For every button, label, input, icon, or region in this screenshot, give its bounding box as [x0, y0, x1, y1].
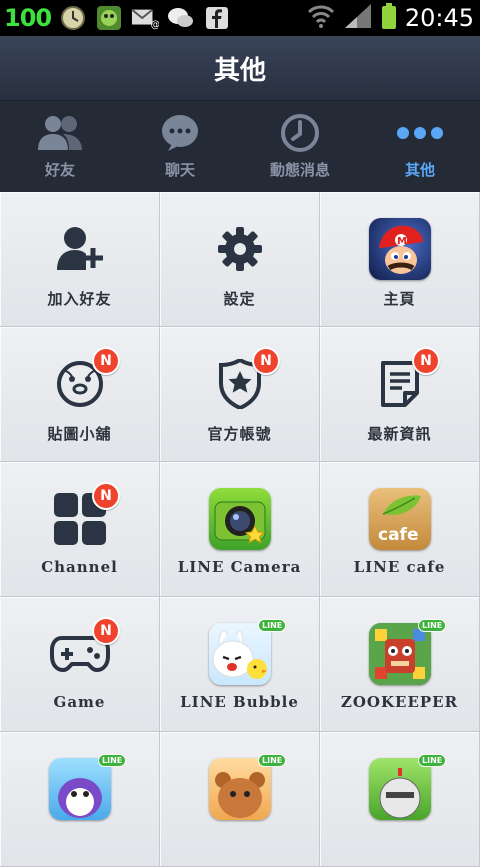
- new-badge: N: [412, 347, 440, 375]
- wifi-icon: [307, 3, 335, 33]
- signal-icon: [343, 2, 373, 34]
- line-tag: LINE: [418, 754, 447, 767]
- grid-item-label: LINE cafe: [353, 558, 446, 576]
- grid-item-label: Game: [53, 693, 106, 711]
- tab-label: 好友: [44, 161, 75, 179]
- grid-item-label: 設定: [223, 290, 256, 308]
- grid-item-label: 貼圖小舖: [47, 425, 112, 443]
- grid-item-line-camera[interactable]: LINE Camera: [160, 462, 320, 597]
- grid-item-home[interactable]: M 主頁: [320, 192, 480, 327]
- header: 其他: [0, 36, 480, 101]
- grid-item-game[interactable]: N Game: [0, 597, 160, 732]
- new-badge: N: [92, 617, 120, 645]
- wechat-notification-icon: [167, 4, 195, 32]
- grid-item-official-accounts[interactable]: N 官方帳號: [160, 327, 320, 462]
- grid-item-zookeeper[interactable]: LINE ZOOKEEPER: [320, 597, 480, 732]
- page-title: 其他: [213, 55, 266, 86]
- grid-item-label: LINE Camera: [177, 558, 302, 576]
- tab-label: 動態消息: [269, 161, 330, 179]
- grid-item-add-friend[interactable]: 加入好友: [0, 192, 160, 327]
- facebook-notification-icon: [203, 4, 231, 32]
- gear-icon: [207, 216, 273, 282]
- friends-icon: [35, 113, 85, 153]
- new-badge: N: [252, 347, 280, 375]
- mario-app-icon: M: [367, 216, 433, 282]
- svg-text:M: M: [397, 236, 407, 247]
- status-time: 20:45: [404, 4, 474, 32]
- menu-grid: 加入好友 設定 M 主頁 N 貼圖小舖 N 官方帳號 N 最新資訊 N Chan…: [0, 192, 480, 867]
- line-tag: LINE: [98, 754, 127, 767]
- grid-item-settings[interactable]: 設定: [160, 192, 320, 327]
- game-notification-icon: [95, 4, 123, 32]
- cafe-text: cafe: [378, 525, 418, 545]
- grid-item-label: LINE Bubble: [180, 693, 299, 711]
- grid-item-channel[interactable]: N Channel: [0, 462, 160, 597]
- line-cafe-icon: cafe: [367, 486, 433, 552]
- grid-item-news[interactable]: N 最新資訊: [320, 327, 480, 462]
- new-badge: N: [92, 482, 120, 510]
- status-bar: 100 @ 20:45: [0, 0, 480, 36]
- tab-more[interactable]: 其他: [360, 101, 480, 192]
- tab-chat[interactable]: 聊天: [120, 101, 240, 192]
- grid-item-label: 主頁: [383, 290, 416, 308]
- battery-percent: 100: [4, 4, 52, 32]
- new-badge: N: [92, 347, 120, 375]
- clock-icon: [280, 113, 320, 153]
- more-icon: [396, 113, 444, 153]
- tab-timeline[interactable]: 動態消息: [240, 101, 360, 192]
- grid-item-label: 官方帳號: [207, 425, 272, 443]
- line-tag: LINE: [258, 619, 287, 632]
- tab-friends[interactable]: 好友: [0, 101, 120, 192]
- line-tag: LINE: [258, 754, 287, 767]
- grid-item-line-bubble[interactable]: LINE LINE Bubble: [160, 597, 320, 732]
- email-notification-icon: @: [131, 4, 159, 32]
- tab-label: 其他: [404, 161, 435, 179]
- chat-icon: [160, 113, 200, 153]
- grid-item-label: 最新資訊: [367, 425, 432, 443]
- battery-icon: [381, 2, 397, 34]
- tab-bar: 好友 聊天 動態消息 其他: [0, 101, 480, 192]
- tab-label: 聊天: [164, 161, 195, 179]
- grid-item-label: Channel: [41, 558, 118, 576]
- grid-item-label: 加入好友: [47, 290, 112, 308]
- add-friend-icon: [47, 216, 113, 282]
- grid-item-label: ZOOKEEPER: [340, 693, 459, 711]
- line-tag: LINE: [418, 619, 447, 632]
- grid-item-line-cafe[interactable]: cafe LINE cafe: [320, 462, 480, 597]
- svg-text:@: @: [151, 19, 159, 30]
- clock-notification-icon: [59, 4, 87, 32]
- line-camera-icon: [207, 486, 273, 552]
- grid-item-sticker-shop[interactable]: N 貼圖小舖: [0, 327, 160, 462]
